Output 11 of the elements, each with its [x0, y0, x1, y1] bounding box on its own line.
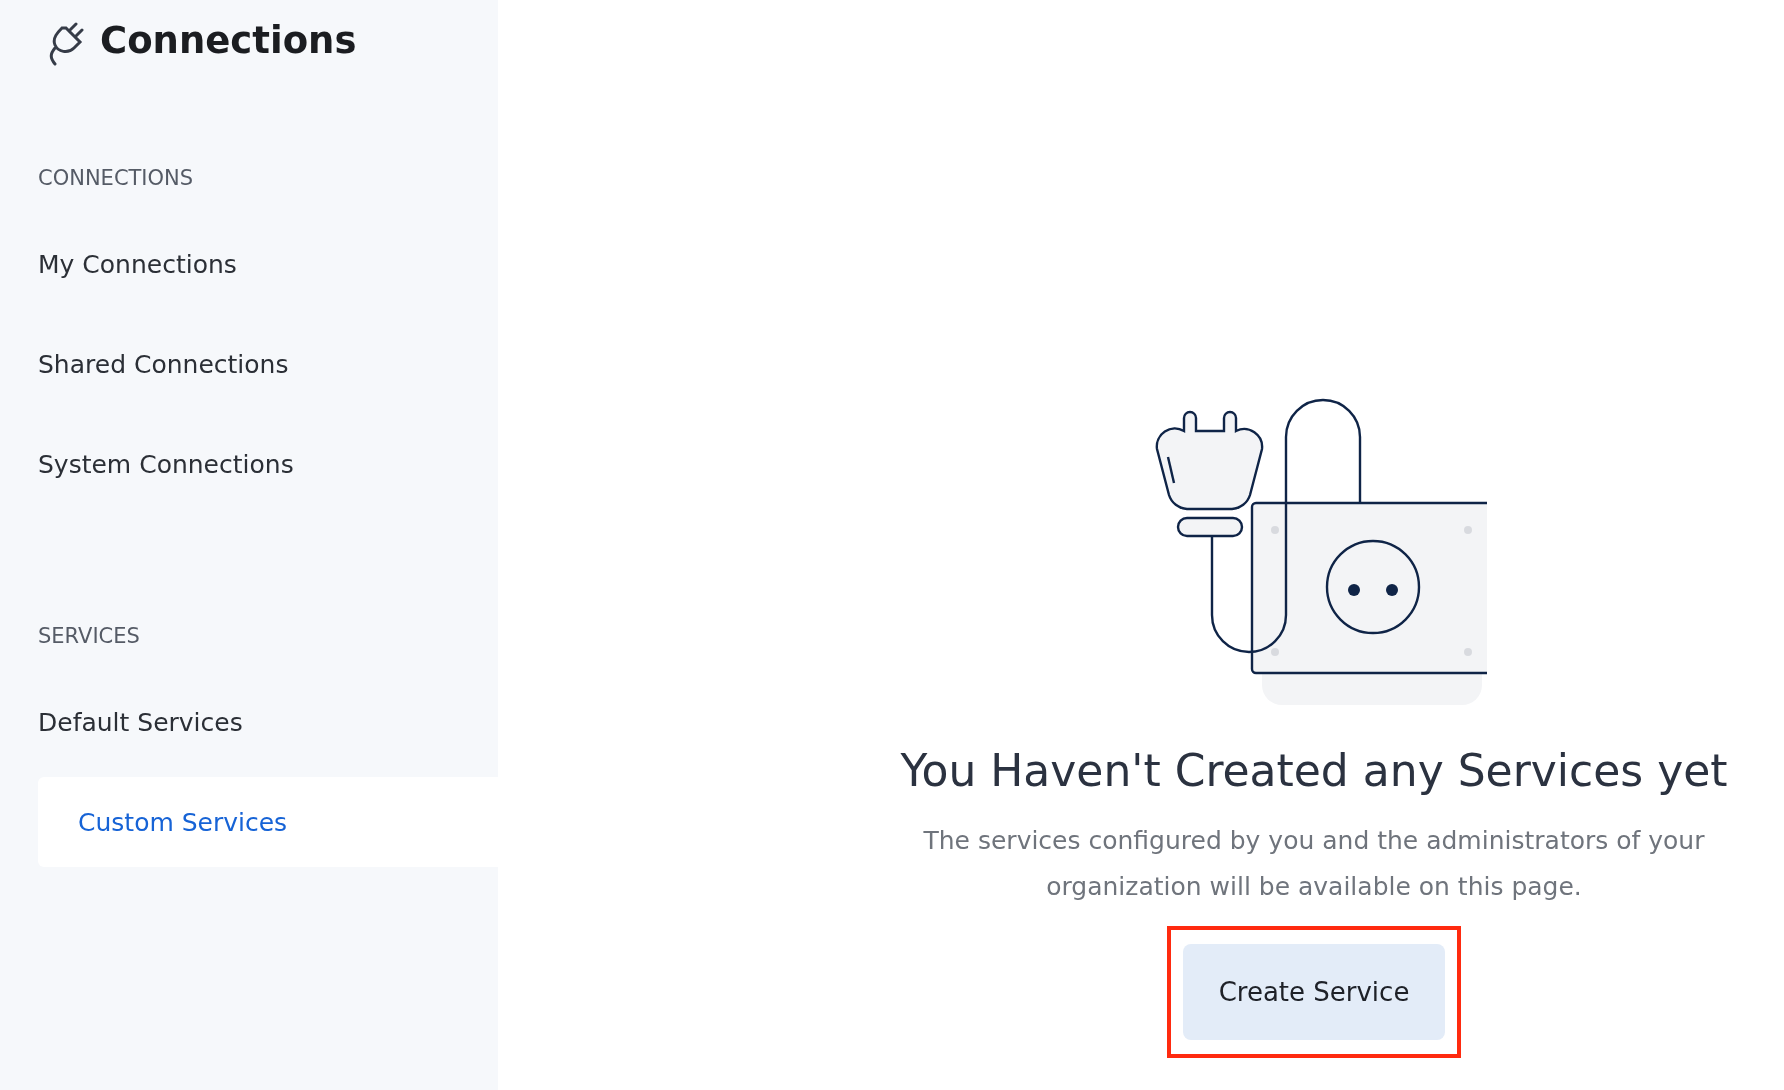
- sidebar-item[interactable]: Default Services: [38, 672, 498, 772]
- section-heading: CONNECTIONS: [38, 166, 195, 190]
- sidebar-item[interactable]: System Connections: [38, 414, 498, 514]
- section-heading: SERVICES: [38, 624, 141, 648]
- empty-state-heading: You Haven't Created any Services yet: [900, 745, 1728, 796]
- empty-state-message: The services configured by you and the administrators of your organization will be available on this page.: [922, 825, 1706, 903]
- app-title: Connections: [100, 18, 357, 62]
- create-service-button[interactable]: Create Service: [1183, 944, 1445, 1040]
- sidebar-item[interactable]: My Connections: [38, 214, 498, 314]
- sidebar-item[interactable]: Custom Services: [38, 777, 498, 867]
- sidebar-item[interactable]: Shared Connections: [38, 314, 498, 414]
